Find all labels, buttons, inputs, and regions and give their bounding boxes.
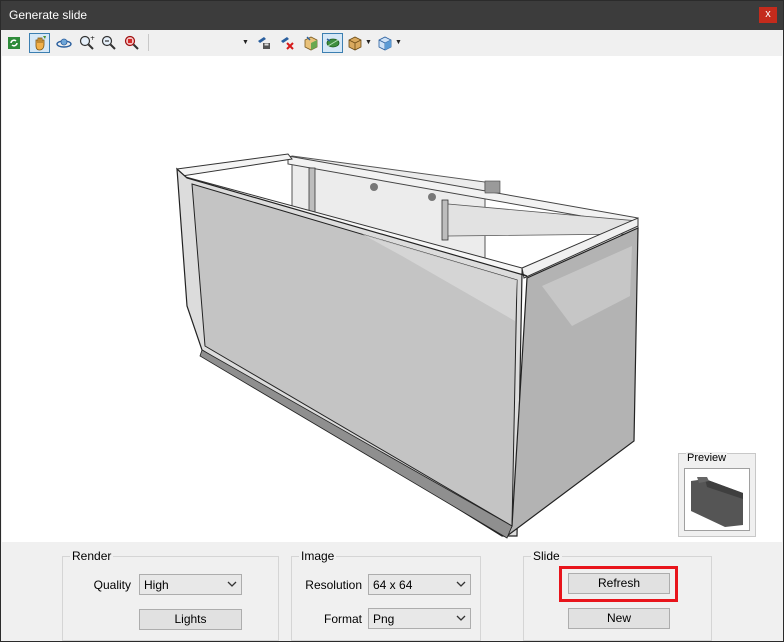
- svg-text:+: +: [90, 35, 95, 42]
- cabinet-model-render: [176, 153, 639, 539]
- materials-button[interactable]: [300, 33, 321, 53]
- preview-image: [691, 477, 743, 527]
- quality-label: Quality: [93, 578, 131, 592]
- delete-camera-icon: [280, 37, 294, 50]
- save-camera-button[interactable]: [253, 33, 274, 53]
- materials-icon: [304, 36, 317, 51]
- quality-value: High: [144, 578, 169, 592]
- image-group: Image Resolution 64 x 64 Format Png: [291, 549, 481, 641]
- refresh-button[interactable]: Refresh: [568, 573, 670, 594]
- chevron-down-icon: [456, 615, 466, 621]
- render-group: Render Quality High Lights: [62, 549, 279, 641]
- preview-group: Preview: [678, 452, 756, 537]
- toolbar-separator: [148, 34, 149, 51]
- cube-view-dropdown-icon[interactable]: ▼: [395, 39, 402, 46]
- zoom-out-button[interactable]: [98, 33, 119, 53]
- leaf-toggle-button[interactable]: [322, 33, 343, 53]
- render-legend: Render: [70, 549, 114, 563]
- new-slide-button[interactable]: New: [568, 608, 670, 629]
- zoom-extents-button[interactable]: [121, 33, 142, 53]
- zoom-extents-icon: [124, 35, 139, 50]
- format-value: Png: [373, 612, 395, 626]
- preview-thumbnail: [684, 468, 750, 531]
- 3d-viewport[interactable]: [2, 56, 782, 542]
- orbit-tool-button[interactable]: [53, 33, 74, 53]
- cube-view-icon: [378, 36, 391, 51]
- settings-panel: Render Quality High Lights Image Resolut…: [1, 542, 783, 641]
- view-dropdown-arrow-icon[interactable]: ▼: [242, 39, 249, 46]
- preview-label: Preview: [686, 452, 728, 464]
- cube-view-button[interactable]: [374, 33, 395, 53]
- image-legend: Image: [299, 549, 337, 563]
- leaf-toggle-icon: [326, 38, 339, 48]
- lights-button[interactable]: Lights: [139, 609, 242, 630]
- quality-select[interactable]: High: [139, 574, 242, 595]
- refresh-view-icon: [7, 37, 20, 49]
- slide-legend: Slide: [531, 549, 562, 563]
- orbit-icon: [55, 38, 72, 48]
- refresh-view-button[interactable]: [3, 33, 24, 53]
- save-camera-icon: [257, 37, 270, 49]
- pan-hand-icon: [35, 36, 46, 51]
- box-view-dropdown-icon[interactable]: ▼: [365, 39, 372, 46]
- close-button[interactable]: x: [759, 7, 777, 23]
- slide-group: Slide Refresh New: [523, 549, 712, 641]
- resolution-label: Resolution: [305, 578, 362, 592]
- generate-slide-window: Generate slide x + ▼ ▼ ▼ Preview Render …: [0, 0, 784, 642]
- zoom-out-icon: [101, 35, 116, 50]
- delete-camera-button[interactable]: [276, 33, 297, 53]
- resolution-value: 64 x 64: [373, 578, 413, 592]
- chevron-down-icon: [456, 581, 466, 587]
- resolution-select[interactable]: 64 x 64: [368, 574, 471, 595]
- format-label: Format: [323, 612, 362, 626]
- zoom-in-icon: +: [79, 35, 95, 50]
- window-title: Generate slide: [9, 8, 88, 22]
- box-view-button[interactable]: [344, 33, 365, 53]
- box-view-icon: [348, 36, 361, 51]
- pan-tool-button[interactable]: [29, 33, 50, 53]
- chevron-down-icon: [227, 581, 237, 587]
- toolbar: + ▼ ▼ ▼: [1, 30, 783, 56]
- title-bar: Generate slide x: [1, 1, 783, 30]
- format-select[interactable]: Png: [368, 608, 471, 629]
- zoom-in-button[interactable]: +: [76, 33, 97, 53]
